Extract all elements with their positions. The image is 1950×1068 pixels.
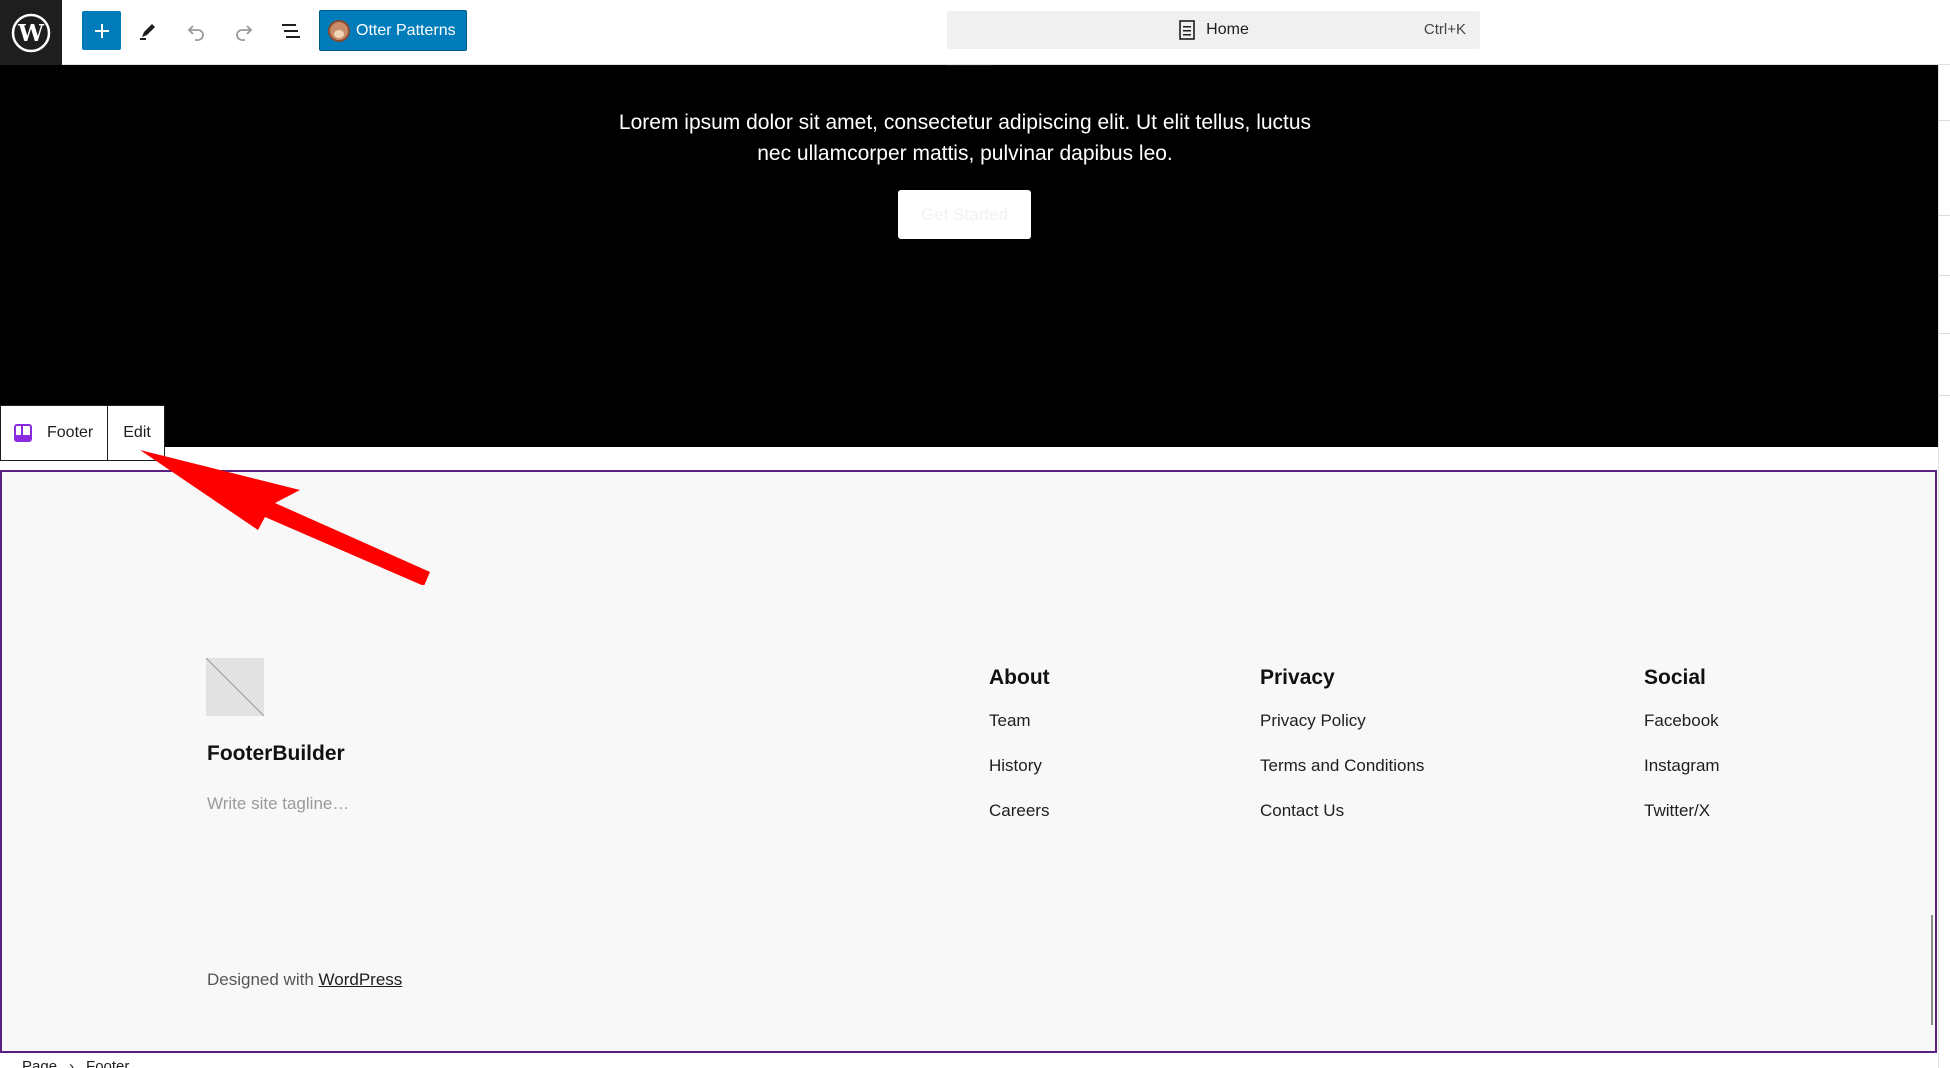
otter-patterns-button[interactable]: Otter Patterns [319,10,467,51]
footer-link-privacy-policy[interactable]: Privacy Policy [1260,709,1424,754]
breadcrumb-page[interactable]: Page [22,1058,57,1068]
otter-avatar-icon [328,19,350,42]
editor-canvas: — Lorem ipsum dolor sit amet, consectetu… [0,65,1938,1068]
right-side-rail [1938,65,1950,1068]
footer-link-terms[interactable]: Terms and Conditions [1260,754,1424,799]
undo-button[interactable] [176,11,215,50]
document-title: Home [1206,21,1249,38]
hero-paragraph-line-1: Lorem ipsum dolor sit amet, consectetur … [618,111,1312,134]
credits-prefix: Designed with [207,970,314,989]
footer-credits: Designed with WordPress [207,970,402,990]
breadcrumb-footer[interactable]: Footer [86,1058,129,1068]
canvas-scrollbar[interactable] [1931,915,1933,1025]
footer-link-instagram[interactable]: Instagram [1644,754,1720,799]
plus-icon [94,23,109,38]
wordpress-logo-icon[interactable]: W [0,0,62,65]
footer-column-privacy: Privacy Privacy Policy Terms and Conditi… [1260,658,1424,844]
footer-heading-about: About [989,666,1050,689]
add-block-button[interactable] [82,11,121,50]
hero-paragraph-line-2: nec ullamcorper mattis, pulvinar dapibus… [757,142,1173,165]
chevron-right-icon: › [69,1058,75,1068]
footer-link-facebook[interactable]: Facebook [1644,709,1720,754]
document-icon [1178,20,1196,40]
site-logo-placeholder[interactable] [205,657,265,717]
credits-wordpress-link[interactable]: WordPress [319,970,403,989]
site-tagline-placeholder[interactable]: Write site tagline… [207,794,349,814]
footer-column-social: Social Facebook Instagram Twitter/X [1644,658,1720,844]
editor-screen: W Otter Patterns Home Ctrl+K Lorem ipsum… [0,0,1950,1068]
block-breadcrumb: Page › Footer [22,1058,129,1068]
svg-text:W: W [17,20,45,47]
otter-patterns-label: Otter Patterns [356,21,456,39]
redo-icon [235,24,252,41]
footer-column-about: About Team History Careers [989,658,1050,844]
get-started-button[interactable]: Get Started [898,190,1031,239]
footer-link-history[interactable]: History [989,754,1050,799]
pencil-icon [139,23,155,40]
hero-paragraph[interactable]: Lorem ipsum dolor sit amet, consectetur … [560,107,1370,169]
footer-link-team[interactable]: Team [989,709,1050,754]
list-view-icon [281,23,300,38]
footer-link-contact[interactable]: Contact Us [1260,799,1424,844]
site-title[interactable]: FooterBuilder [207,742,345,766]
redo-button[interactable] [224,11,263,50]
red-arrow-annotation [140,450,430,585]
footer-link-twitter[interactable]: Twitter/X [1644,799,1720,844]
edit-tool-button[interactable] [128,11,167,50]
footer-heading-privacy: Privacy [1260,666,1335,689]
list-view-button[interactable] [271,11,310,50]
footer-link-careers[interactable]: Careers [989,799,1050,844]
command-palette-bar[interactable]: Home Ctrl+K [947,11,1480,49]
footer-heading-social: Social [1644,666,1706,689]
editor-top-toolbar: W Otter Patterns Home Ctrl+K [0,0,1950,65]
undo-icon [187,24,204,41]
command-shortcut: Ctrl+K [1423,21,1466,38]
